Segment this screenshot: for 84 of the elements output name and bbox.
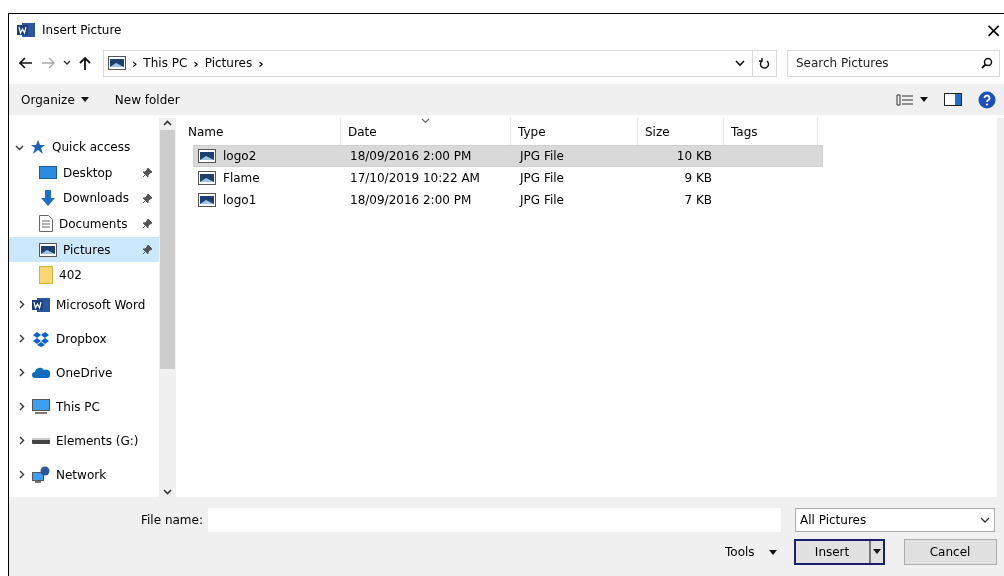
sidebar-item[interactable]: Downloads — [9, 185, 159, 212]
table-cell-text: 10 KB — [675, 149, 713, 163]
collapsed-chevron-icon[interactable] — [17, 470, 26, 480]
word-app-icon — [32, 296, 50, 313]
scroll-up-icon[interactable] — [163, 120, 172, 126]
refresh-icon — [759, 56, 770, 70]
sidebar-item[interactable]: Elements (G:) — [9, 423, 159, 458]
split-dropdown-icon[interactable] — [868, 541, 883, 563]
file-row[interactable]: logo2 18/09/2016 2:00 PM JPG File 10 KB — [193, 145, 823, 167]
sidebar-item[interactable]: Documents — [9, 211, 159, 237]
sidebar-item[interactable]: Pictures — [9, 236, 159, 263]
up-button[interactable] — [79, 56, 91, 70]
address-bar[interactable]: › This PC › Pictures › — [103, 49, 777, 77]
breadcrumb-separator: › — [258, 55, 264, 71]
file-name: logo1 — [223, 193, 257, 207]
file-row[interactable]: Flame 17/10/2019 10:22 AM JPG File 9 KB — [193, 167, 823, 189]
window-title: Insert Picture — [42, 23, 123, 37]
table-cell-text: JPG File — [520, 193, 565, 207]
cloud-icon — [32, 366, 50, 379]
collapsed-chevron-icon[interactable] — [17, 436, 26, 446]
sort-caret-icon — [421, 118, 430, 124]
scroll-down-icon[interactable] — [163, 489, 172, 495]
sidebar-item[interactable]: This PC — [9, 389, 159, 424]
file-type-dropdown[interactable]: All Pictures — [794, 508, 995, 532]
sidebar-item[interactable]: Desktop — [9, 160, 159, 186]
tools-button[interactable]: Tools — [725, 545, 777, 559]
insert-button[interactable]: Insert — [793, 539, 885, 565]
sidebar-item[interactable]: Quick access — [9, 134, 159, 160]
collapsed-chevron-icon[interactable] — [17, 402, 26, 412]
breadcrumb[interactable]: Pictures — [204, 56, 253, 70]
document-icon — [39, 215, 53, 233]
dropdown-triangle-icon — [768, 549, 777, 555]
table-cell-text: 18/09/2016 2:00 PM — [350, 149, 473, 163]
image-file-icon — [198, 171, 216, 185]
cancel-button[interactable]: Cancel — [903, 539, 997, 565]
breadcrumb[interactable]: This PC — [143, 56, 188, 70]
sidebar-item[interactable]: OneDrive — [9, 355, 159, 390]
collapsed-chevron-icon[interactable] — [17, 334, 26, 344]
preview-pane-button[interactable] — [944, 93, 962, 106]
word-app-icon — [17, 22, 35, 38]
star-icon — [30, 139, 46, 155]
computer-icon — [32, 398, 50, 415]
image-file-icon — [198, 193, 216, 207]
network-icon — [32, 466, 50, 484]
sidebar-item[interactable]: Microsoft Word — [9, 287, 159, 322]
sidebar-item[interactable]: Dropbox — [9, 321, 159, 356]
view-options-button[interactable] — [896, 93, 928, 106]
drive-icon — [32, 436, 50, 445]
scrollbar[interactable] — [159, 118, 176, 497]
pictures-icon — [39, 242, 57, 257]
collapsed-chevron-icon[interactable] — [17, 368, 26, 378]
organize-button[interactable]: Organize — [21, 92, 89, 107]
dropdown-triangle-icon — [920, 97, 928, 102]
breadcrumb-separator: › — [193, 55, 199, 71]
open-box-icon — [32, 330, 50, 347]
search-icon — [981, 57, 993, 69]
search-box[interactable]: Search Pictures — [787, 49, 1000, 77]
chevron-down-icon — [735, 59, 745, 67]
table-cell-text: JPG File — [520, 149, 565, 163]
recent-dropdown-button[interactable] — [63, 60, 71, 66]
table-cell-text: JPG File — [520, 171, 565, 185]
collapsed-chevron-icon[interactable] — [17, 300, 26, 310]
back-button[interactable] — [19, 57, 33, 69]
table-cell-text: 7 KB — [683, 193, 713, 207]
file-name: Flame — [223, 171, 260, 185]
sidebar-item[interactable]: 402 — [9, 262, 159, 288]
chevron-down-icon — [979, 517, 990, 523]
file-row[interactable]: logo1 18/09/2016 2:00 PM JPG File 7 KB — [193, 189, 823, 211]
close-button[interactable]: × — [983, 20, 1004, 40]
help-button[interactable] — [978, 90, 996, 109]
table-cell-text: 9 KB — [683, 171, 713, 185]
desktop-icon — [39, 165, 57, 180]
new-folder-button[interactable]: New folder — [114, 92, 180, 107]
folder-icon — [39, 266, 53, 285]
dropdown-triangle-icon — [80, 97, 89, 102]
file-name: logo2 — [223, 149, 257, 163]
table-cell-text: 18/09/2016 2:00 PM — [350, 193, 473, 207]
breadcrumb-separator: › — [132, 55, 138, 71]
image-file-icon — [198, 149, 216, 163]
file-name-label: File name: — [141, 513, 203, 527]
download-arrow-icon — [39, 189, 57, 208]
table-cell-text: 17/10/2019 10:22 AM — [350, 171, 481, 185]
pictures-icon — [108, 56, 126, 70]
sidebar-item[interactable]: Network — [9, 457, 159, 492]
